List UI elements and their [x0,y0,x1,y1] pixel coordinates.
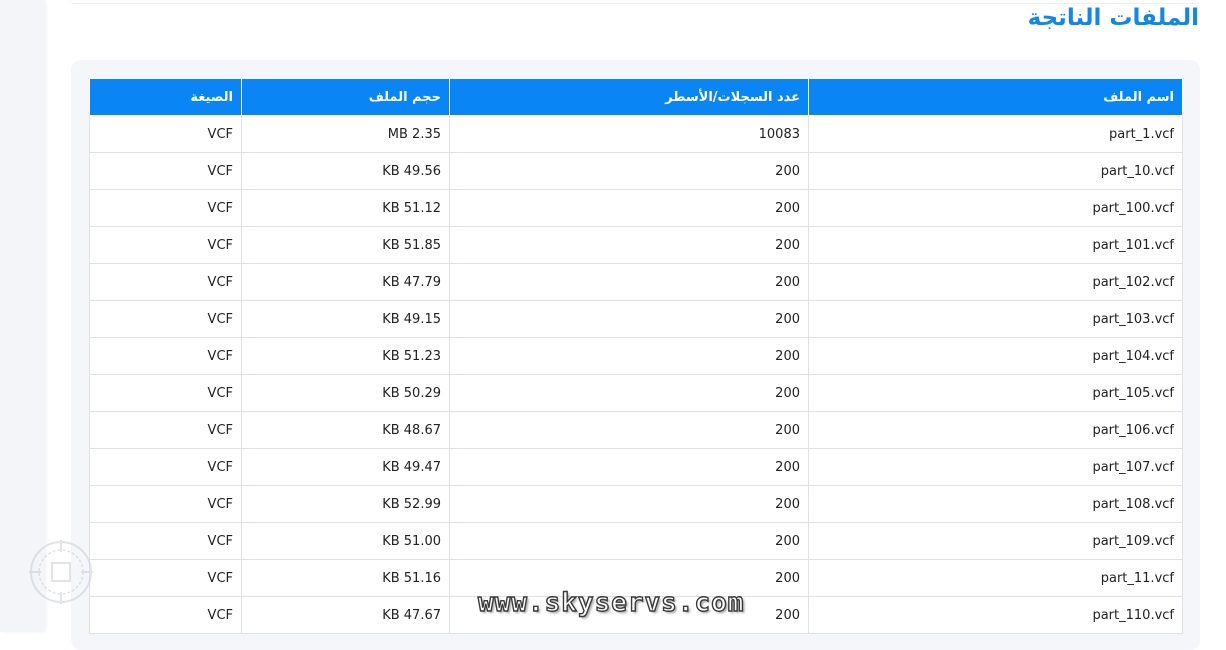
cell-size: KB 51.23 [241,337,450,375]
cell-records: 200 [449,300,809,338]
cell-file-name: part_110.vcf [808,596,1183,634]
cell-size: KB 49.47 [241,448,450,486]
cell-file-name: part_11.vcf [808,559,1183,597]
column-header-format: الصيغة [89,79,242,116]
cell-format: VCF [89,374,242,412]
cell-file-name: part_107.vcf [808,448,1183,486]
cell-records: 200 [449,226,809,264]
table-body: part_1.vcf 10083 MB 2.35 VCF part_10.vcf 200 K… [89,115,1183,634]
cell-file-name: part_105.vcf [808,374,1183,412]
cell-size: KB 51.00 [241,522,450,560]
table-row: part_102.vcf 200 KB 47.79 VCF [89,263,1183,301]
table-row: part_1.vcf 10083 MB 2.35 VCF [89,115,1183,153]
cell-size: KB 49.56 [241,152,450,190]
table-header-row: اسم الملف عدد السجلات/الأسطر حجم الملف ا… [89,79,1183,116]
cell-format: VCF [89,522,242,560]
cell-records: 200 [449,485,809,523]
cell-format: VCF [89,448,242,486]
table-row: part_100.vcf 200 KB 51.12 VCF [89,189,1183,227]
cell-format: VCF [89,115,242,153]
cell-size: KB 49.15 [241,300,450,338]
cell-format: VCF [89,152,242,190]
cell-records: 200 [449,189,809,227]
page-title: الملفات الناتجة [1027,5,1199,31]
cell-records: 200 [449,374,809,412]
cell-file-name: part_102.vcf [808,263,1183,301]
cell-size: KB 51.85 [241,226,450,264]
cell-size: MB 2.35 [241,115,450,153]
column-header-file-name: اسم الملف [808,79,1183,116]
cell-size: KB 48.67 [241,411,450,449]
cell-size: KB 51.16 [241,559,450,597]
table-row: part_109.vcf 200 KB 51.00 VCF [89,522,1183,560]
table-row: part_107.vcf 200 KB 49.47 VCF [89,448,1183,486]
cell-format: VCF [89,596,242,634]
cell-format: VCF [89,337,242,375]
cell-size: KB 52.99 [241,485,450,523]
cell-file-name: part_103.vcf [808,300,1183,338]
cell-records: 10083 [449,115,809,153]
cell-records: 200 [449,337,809,375]
table-row: part_104.vcf 200 KB 51.23 VCF [89,337,1183,375]
cell-format: VCF [89,485,242,523]
cell-size: KB 51.12 [241,189,450,227]
table-row: part_106.vcf 200 KB 48.67 VCF [89,411,1183,449]
table-row: part_105.vcf 200 KB 50.29 VCF [89,374,1183,412]
cell-size: KB 50.29 [241,374,450,412]
cell-records: 200 [449,263,809,301]
table-row: part_10.vcf 200 KB 49.56 VCF [89,152,1183,190]
cell-file-name: part_104.vcf [808,337,1183,375]
cell-file-name: part_1.vcf [808,115,1183,153]
cell-file-name: part_106.vcf [808,411,1183,449]
cell-file-name: part_10.vcf [808,152,1183,190]
cell-records: 200 [449,448,809,486]
cell-format: VCF [89,559,242,597]
cell-format: VCF [89,263,242,301]
table-row: part_108.vcf 200 KB 52.99 VCF [89,485,1183,523]
cell-file-name: part_100.vcf [808,189,1183,227]
table-row: part_103.vcf 200 KB 49.15 VCF [89,300,1183,338]
cell-records: 200 [449,411,809,449]
cell-records: 200 [449,522,809,560]
cell-file-name: part_109.vcf [808,522,1183,560]
cell-size: KB 47.79 [241,263,450,301]
cell-format: VCF [89,226,242,264]
cell-file-name: part_108.vcf [808,485,1183,523]
column-header-records: عدد السجلات/الأسطر [449,79,809,116]
cell-size: KB 47.67 [241,596,450,634]
cell-records: 200 [449,152,809,190]
cell-format: VCF [89,411,242,449]
results-table: اسم الملف عدد السجلات/الأسطر حجم الملف ا… [89,79,1183,634]
table-row: part_101.vcf 200 KB 51.85 VCF [89,226,1183,264]
compass-seal-icon [29,540,93,604]
cell-format: VCF [89,189,242,227]
cell-file-name: part_101.vcf [808,226,1183,264]
column-header-size: حجم الملف [241,79,450,116]
cell-format: VCF [89,300,242,338]
watermark-url: www.skyservs.com [477,587,745,618]
